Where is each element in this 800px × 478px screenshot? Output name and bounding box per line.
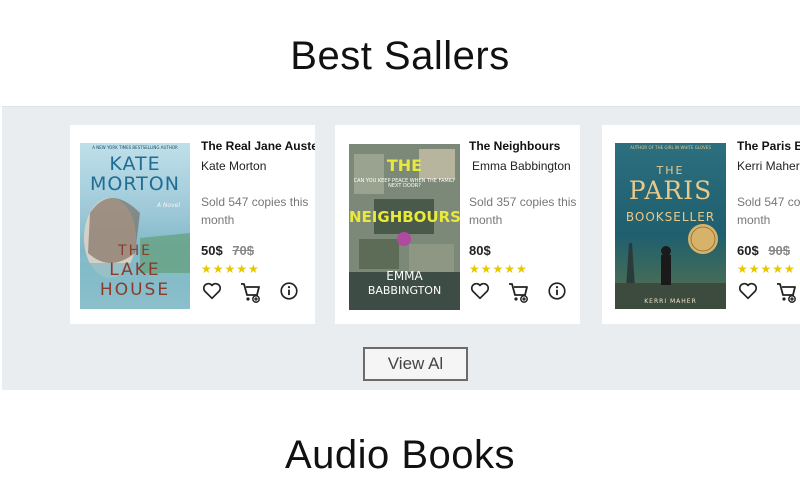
cover-author-line1: EMMA	[386, 269, 423, 283]
rating-stars: ★★★★★	[737, 262, 796, 276]
cover-title-line1: THE	[386, 156, 423, 175]
heart-icon[interactable]	[201, 280, 225, 304]
add-to-cart-icon[interactable]	[507, 280, 531, 304]
rating-stars: ★★★★★	[201, 262, 260, 276]
info-icon[interactable]	[278, 280, 302, 304]
cover-title-line1: THE	[656, 164, 685, 177]
cover-author-line: KERRI MAHER	[644, 298, 697, 305]
book-title[interactable]: The Neighbours	[469, 139, 580, 153]
book-cover[interactable]: AUTHOR OF THE GIRL IN WHITE GLOVES THE P…	[615, 143, 726, 309]
old-price: 90$	[768, 243, 791, 258]
price: 50$	[201, 243, 223, 258]
cover-title-line3: BOOKSELLER	[625, 210, 716, 224]
book-card[interactable]: THE CAN YOU KEEP PEACE WHEN THE FAMILY N…	[335, 125, 580, 324]
book-card[interactable]: A NEW YORK TIMES BESTSELLING AUTHOR KATE…	[70, 125, 315, 324]
book-author: Kerri Maher	[737, 159, 800, 173]
book-title[interactable]: The Paris Bookseller	[737, 139, 800, 153]
book-cover[interactable]: A NEW YORK TIMES BESTSELLING AUTHOR KATE…	[80, 143, 190, 309]
price: 60$	[737, 243, 759, 258]
info-icon[interactable]	[546, 280, 570, 304]
cover-title-line2: LAKE	[109, 260, 161, 280]
heart-icon[interactable]	[737, 280, 761, 304]
cover-author-line1: KATE	[109, 153, 161, 175]
view-all-button[interactable]: View Al	[363, 347, 468, 381]
cover-author-line2: BABBINGTON	[367, 284, 442, 297]
cover-title-line2: NEIGHBOURS	[349, 208, 460, 226]
cover-tagline: CAN YOU KEEP PEACE WHEN THE FAMILY NEXT …	[353, 178, 456, 190]
price: 80$	[469, 243, 491, 258]
best-sellers-heading: Best Sallers	[290, 34, 510, 78]
book-card[interactable]: AUTHOR OF THE GIRL IN WHITE GLOVES THE P…	[602, 125, 800, 324]
sold-count: Sold 547 copies this month	[737, 195, 800, 227]
audio-books-heading: Audio Books	[284, 433, 516, 477]
best-sellers-carousel: A NEW YORK TIMES BESTSELLING AUTHOR KATE…	[2, 106, 800, 390]
add-to-cart-icon[interactable]	[239, 280, 263, 304]
old-price: 70$	[232, 243, 255, 258]
cover-top-line: AUTHOR OF THE GIRL IN WHITE GLOVES	[630, 145, 711, 150]
book-cover[interactable]: THE CAN YOU KEEP PEACE WHEN THE FAMILY N…	[349, 144, 460, 310]
book-title[interactable]: The Real Jane Austen	[201, 139, 315, 153]
rating-stars: ★★★★★	[469, 262, 528, 276]
book-author: Kate Morton	[201, 159, 267, 173]
sold-count: Sold 547 copies this month	[201, 195, 309, 227]
sold-count: Sold 357 copies this month	[469, 195, 577, 227]
cover-title-line2: PARIS	[628, 176, 713, 205]
cover-subtitle: A Novel	[156, 202, 180, 209]
heart-icon[interactable]	[469, 280, 493, 304]
book-author: Emma Babbington	[472, 159, 571, 173]
cover-title-line1: THE	[118, 243, 152, 259]
cover-top-line: A NEW YORK TIMES BESTSELLING AUTHOR	[92, 145, 178, 150]
cover-title-line3: HOUSE	[99, 280, 171, 300]
add-to-cart-icon[interactable]	[775, 280, 799, 304]
cover-author-line2: MORTON	[90, 173, 180, 195]
